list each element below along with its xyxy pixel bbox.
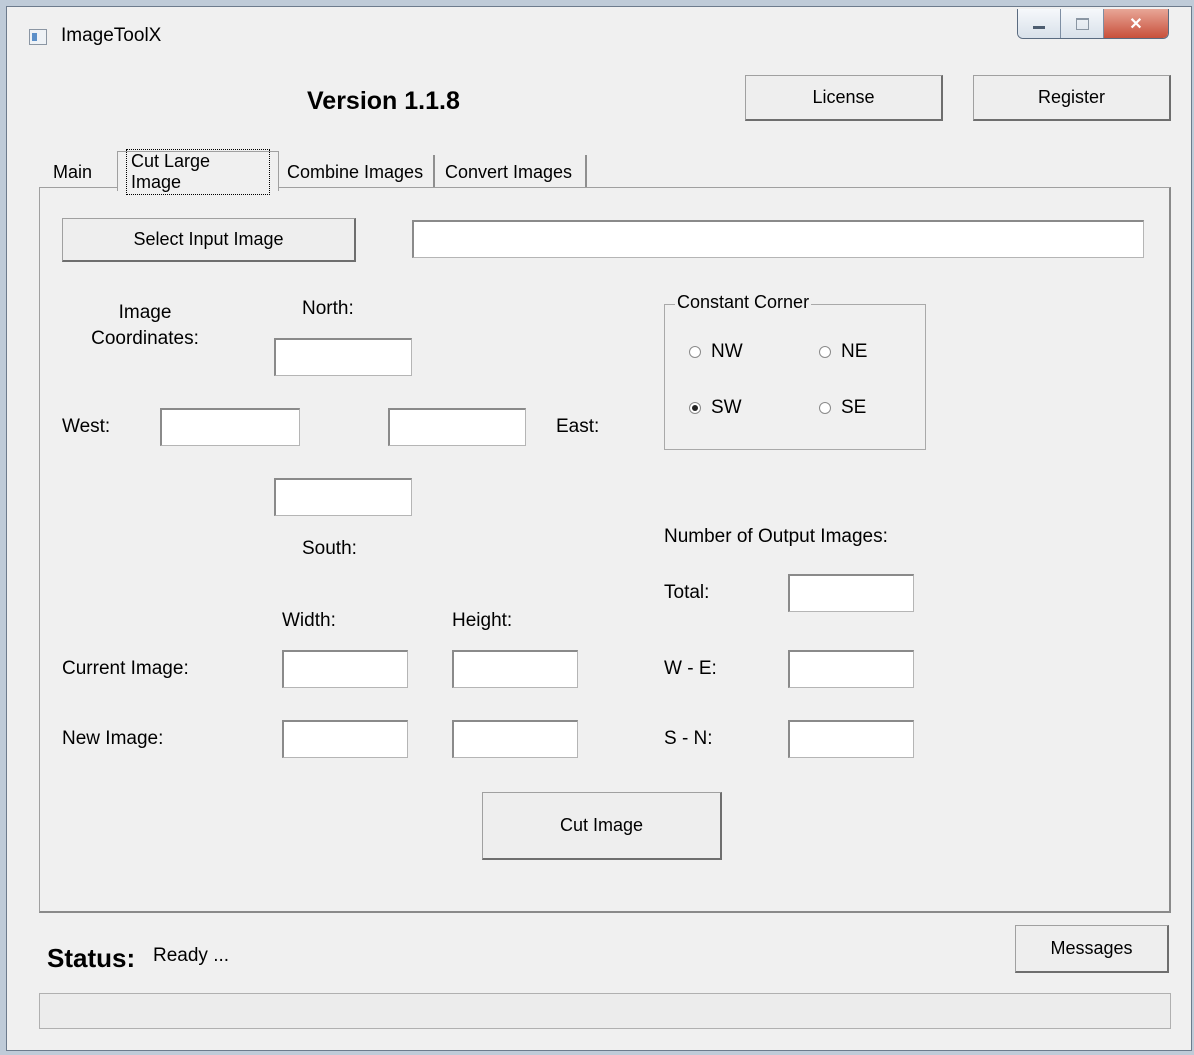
minimize-button[interactable] (1018, 9, 1061, 38)
north-label: North: (302, 298, 354, 319)
progress-bar (39, 993, 1171, 1029)
we-field[interactable] (788, 650, 914, 688)
radio-ne-label: NE (841, 341, 868, 362)
status-label: Status: (47, 943, 136, 973)
radio-sw-indicator (689, 402, 701, 414)
new-height-field[interactable] (452, 720, 578, 758)
sn-label: S - N: (664, 728, 713, 749)
current-height-field[interactable] (452, 650, 578, 688)
maximize-icon (1075, 17, 1089, 30)
maximize-button[interactable] (1061, 9, 1104, 38)
constant-corner-legend: Constant Corner (675, 292, 812, 313)
image-coordinates-label: Image Coordinates: (91, 302, 199, 349)
south-field[interactable] (274, 478, 412, 516)
tab-combine-images[interactable]: Combine Images (279, 155, 435, 189)
radio-se-indicator (819, 402, 831, 414)
messages-button[interactable]: Messages (1015, 925, 1169, 973)
license-button[interactable]: License (745, 75, 943, 121)
current-width-field[interactable] (282, 650, 408, 688)
we-label: W - E: (664, 658, 717, 679)
window-title: ImageToolX (61, 25, 162, 46)
register-button[interactable]: Register (973, 75, 1171, 121)
radio-sw-label: SW (711, 397, 742, 418)
total-label: Total: (664, 582, 710, 603)
close-icon: ✕ (1129, 15, 1143, 33)
status-text: Ready ... (153, 945, 230, 966)
west-field[interactable] (160, 408, 300, 446)
radio-ne[interactable]: NE (819, 341, 867, 363)
current-image-label: Current Image: (62, 658, 189, 679)
radio-sw[interactable]: SW (689, 397, 742, 419)
version-label: Version 1.1.8 (307, 87, 460, 115)
title-bar[interactable]: ImageToolX ✕ (7, 7, 1191, 63)
tab-cut-large-image[interactable]: Cut Large Image (117, 148, 279, 195)
north-field[interactable] (274, 338, 412, 376)
constant-corner-group: Constant Corner NW NE SW SE (664, 292, 926, 450)
sn-field[interactable] (788, 720, 914, 758)
radio-nw-label: NW (711, 341, 743, 362)
east-field[interactable] (388, 408, 526, 446)
cut-large-image-panel: Select Input Image Image Coordinates: No… (39, 187, 1171, 913)
output-images-label: Number of Output Images: (664, 526, 888, 547)
radio-ne-indicator (819, 346, 831, 358)
tab-convert-images[interactable]: Convert Images (437, 155, 587, 189)
radio-nw[interactable]: NW (689, 341, 743, 363)
close-button[interactable]: ✕ (1104, 9, 1168, 38)
west-label: West: (62, 416, 111, 437)
select-input-image-button[interactable]: Select Input Image (62, 218, 356, 262)
new-width-field[interactable] (282, 720, 408, 758)
tab-cut-large-image-label: Cut Large Image (126, 148, 270, 195)
tab-main[interactable]: Main (45, 155, 119, 189)
south-label: South: (302, 538, 357, 559)
radio-se-label: SE (841, 397, 867, 418)
east-label: East: (556, 416, 600, 437)
app-window: ImageToolX ✕ Version 1.1.8 License Regis… (6, 6, 1192, 1051)
height-label: Height: (452, 610, 513, 631)
width-label: Width: (282, 610, 336, 631)
window-controls: ✕ (1017, 9, 1169, 39)
cut-image-button[interactable]: Cut Image (482, 792, 722, 860)
radio-nw-indicator (689, 346, 701, 358)
minimize-icon (1033, 26, 1045, 29)
new-image-label: New Image: (62, 728, 164, 749)
input-image-path-field[interactable] (412, 220, 1144, 258)
app-icon (29, 29, 47, 45)
radio-se[interactable]: SE (819, 397, 866, 419)
total-field[interactable] (788, 574, 914, 612)
